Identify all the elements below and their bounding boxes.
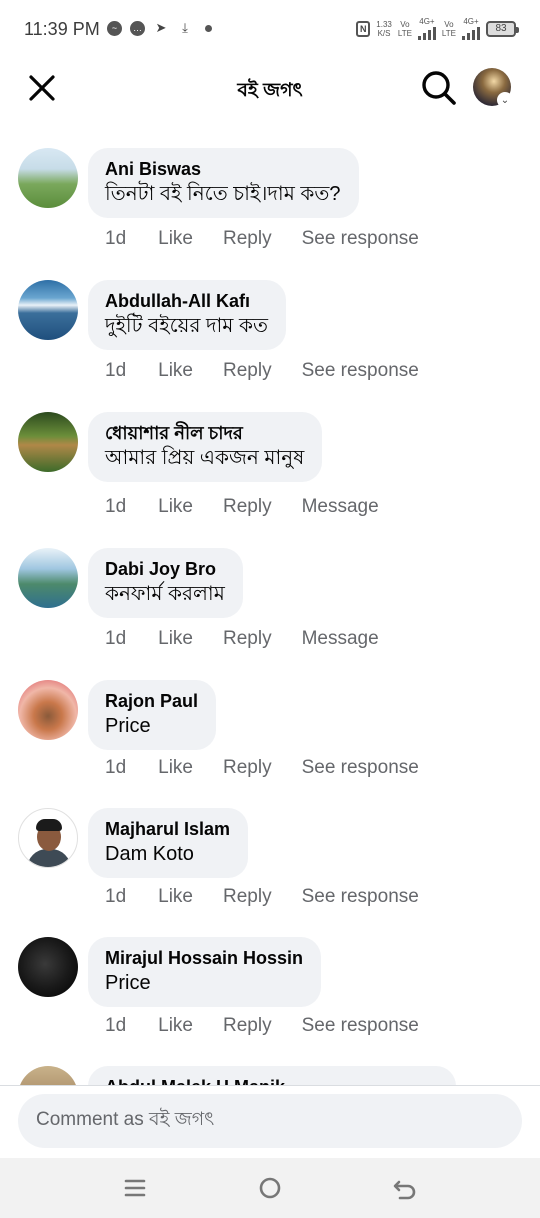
comment-time: 1d (105, 628, 127, 649)
comment-text: Price (105, 972, 151, 994)
profile-switcher[interactable]: ⌄ (473, 68, 513, 108)
comment-actions: 1d Like Reply Message (105, 628, 409, 650)
system-navigation-bar (0, 1158, 540, 1218)
chat-icon: … (130, 20, 145, 36)
comment-input[interactable]: Comment as বই জগৎ (18, 1094, 522, 1148)
more-notifications-icon (205, 24, 212, 32)
comment-bubble[interactable]: ধোয়াশার নীল চাদর আমার প্রিয় একজন মানুষ (88, 412, 323, 482)
home-button[interactable] (250, 1172, 290, 1204)
reply-button[interactable]: Reply (223, 628, 272, 650)
network-type-2: 4G+ (462, 17, 480, 40)
notification-icons: ~ … ➤ ⤓ (107, 20, 212, 36)
reply-button[interactable]: Reply (223, 496, 272, 518)
avatar[interactable] (18, 148, 78, 208)
avatar[interactable] (18, 680, 78, 740)
battery-icon: 83 (486, 20, 519, 37)
chevron-down-icon: ⌄ (497, 92, 513, 108)
like-button[interactable]: Like (158, 360, 193, 382)
signal-icon (462, 26, 480, 40)
comment-actions: 1d Like Reply See response (105, 1015, 449, 1037)
comment-author[interactable]: Abdullah-All Kafı (105, 290, 268, 312)
comments-list[interactable]: Ani Biswas তিনটা বই নিতে চাই।দাম কত? 1d … (0, 118, 540, 1086)
network-type-1: 4G+ (417, 17, 436, 40)
header: বই জগৎ ⌄ (0, 58, 540, 118)
comment-time: 1d (105, 228, 127, 249)
comment-time: 1d (105, 757, 127, 778)
comment-time: 1d (105, 360, 127, 381)
comment-text: তিনটা বই নিতে চাই।দাম কত? (105, 183, 341, 205)
see-response-button[interactable]: See response (302, 360, 419, 382)
comment-bubble[interactable]: Dabi Joy Bro কনফার্ম করলাম (88, 548, 243, 618)
comment-actions: 1d Like Reply See response (105, 757, 449, 779)
volte-2: Vo LTE (441, 19, 456, 38)
like-button[interactable]: Like (158, 496, 193, 518)
home-icon (259, 1177, 281, 1199)
comment-actions: 1d Like Reply Message (105, 496, 409, 518)
comment-text: কনফার্ম করলাম (105, 583, 225, 605)
back-icon (393, 1180, 416, 1200)
see-response-button[interactable]: See response (302, 886, 419, 908)
like-button[interactable]: Like (158, 228, 193, 250)
avatar[interactable] (18, 412, 78, 472)
comment-bubble[interactable]: Abdul Malek H Manik (88, 1066, 456, 1086)
nfc-icon: N (356, 20, 371, 37)
like-button[interactable]: Like (158, 1015, 193, 1037)
comment-bubble[interactable]: Rajon Paul Price (88, 680, 217, 750)
message-button[interactable]: Message (302, 628, 379, 650)
comment-text: Price (105, 715, 151, 737)
search-button[interactable] (417, 66, 461, 110)
like-button[interactable]: Like (158, 886, 193, 908)
like-button[interactable]: Like (158, 628, 193, 650)
reply-button[interactable]: Reply (223, 886, 272, 908)
see-response-button[interactable]: See response (302, 1015, 419, 1037)
comment-author[interactable]: ধোয়াশার নীল চাদর (105, 422, 304, 444)
volte-1: Vo LTE (397, 19, 412, 38)
avatar[interactable] (18, 548, 78, 608)
download-icon: ⤓ (182, 20, 188, 35)
comment-input-placeholder: Comment as বই জগৎ (36, 1109, 215, 1130)
comment-author[interactable]: Ani Biswas (105, 158, 341, 180)
comment-actions: 1d Like Reply See response (105, 886, 449, 908)
messenger-icon: ~ (107, 20, 122, 36)
comment-actions: 1d Like Reply See response (105, 228, 449, 250)
comment-actions: 1d Like Reply See response (105, 360, 449, 382)
reply-button[interactable]: Reply (223, 228, 272, 250)
like-button[interactable]: Like (158, 757, 193, 779)
avatar[interactable] (18, 937, 78, 997)
see-response-button[interactable]: See response (302, 228, 419, 250)
network-speed: 1.33 K/S (376, 19, 392, 38)
comment-author[interactable]: Rajon Paul (105, 690, 198, 712)
avatar[interactable] (18, 1066, 78, 1086)
comment-author[interactable]: Majharul Islam (105, 818, 230, 840)
comment-author[interactable]: Mirajul Hossain Hossin (105, 947, 303, 969)
avatar[interactable] (18, 808, 78, 868)
status-right: N 1.33 K/S Vo LTE 4G+ Vo LTE 4G+ 83 (356, 17, 519, 40)
menu-icon (124, 1179, 146, 1197)
send-icon: ➤ (155, 20, 167, 35)
comment-text: Dam Koto (105, 843, 194, 865)
comment-bubble[interactable]: Mirajul Hossain Hossin Price (88, 937, 322, 1007)
comment-time: 1d (105, 886, 127, 907)
comment-author[interactable]: Dabi Joy Bro (105, 558, 225, 580)
back-button[interactable] (385, 1172, 425, 1204)
comment-bubble[interactable]: Abdullah-All Kafı দুইটি বইয়ের দাম কত (88, 280, 286, 350)
comment-text: আমার প্রিয় একজন মানুষ (105, 447, 305, 469)
divider (0, 1085, 540, 1086)
comment-bubble[interactable]: Ani Biswas তিনটা বই নিতে চাই।দাম কত? (88, 148, 359, 218)
status-time: 11:39 PM (24, 19, 100, 39)
message-button[interactable]: Message (302, 496, 379, 518)
comment-text: দুইটি বইয়ের দাম কত (105, 315, 268, 337)
recent-apps-button[interactable] (115, 1172, 155, 1204)
comment-time: 1d (105, 496, 127, 517)
search-icon (422, 71, 456, 105)
status-bar: 11:39 PM ~ … ➤ ⤓ N 1.33 K/S Vo LTE 4G+ V… (0, 0, 540, 58)
reply-button[interactable]: Reply (223, 1015, 272, 1037)
see-response-button[interactable]: See response (302, 757, 419, 779)
reply-button[interactable]: Reply (223, 360, 272, 382)
signal-icon (417, 26, 436, 40)
comment-bubble[interactable]: Majharul Islam Dam Koto (88, 808, 249, 878)
reply-button[interactable]: Reply (223, 757, 272, 779)
comment-time: 1d (105, 1015, 127, 1036)
avatar[interactable] (18, 280, 78, 340)
